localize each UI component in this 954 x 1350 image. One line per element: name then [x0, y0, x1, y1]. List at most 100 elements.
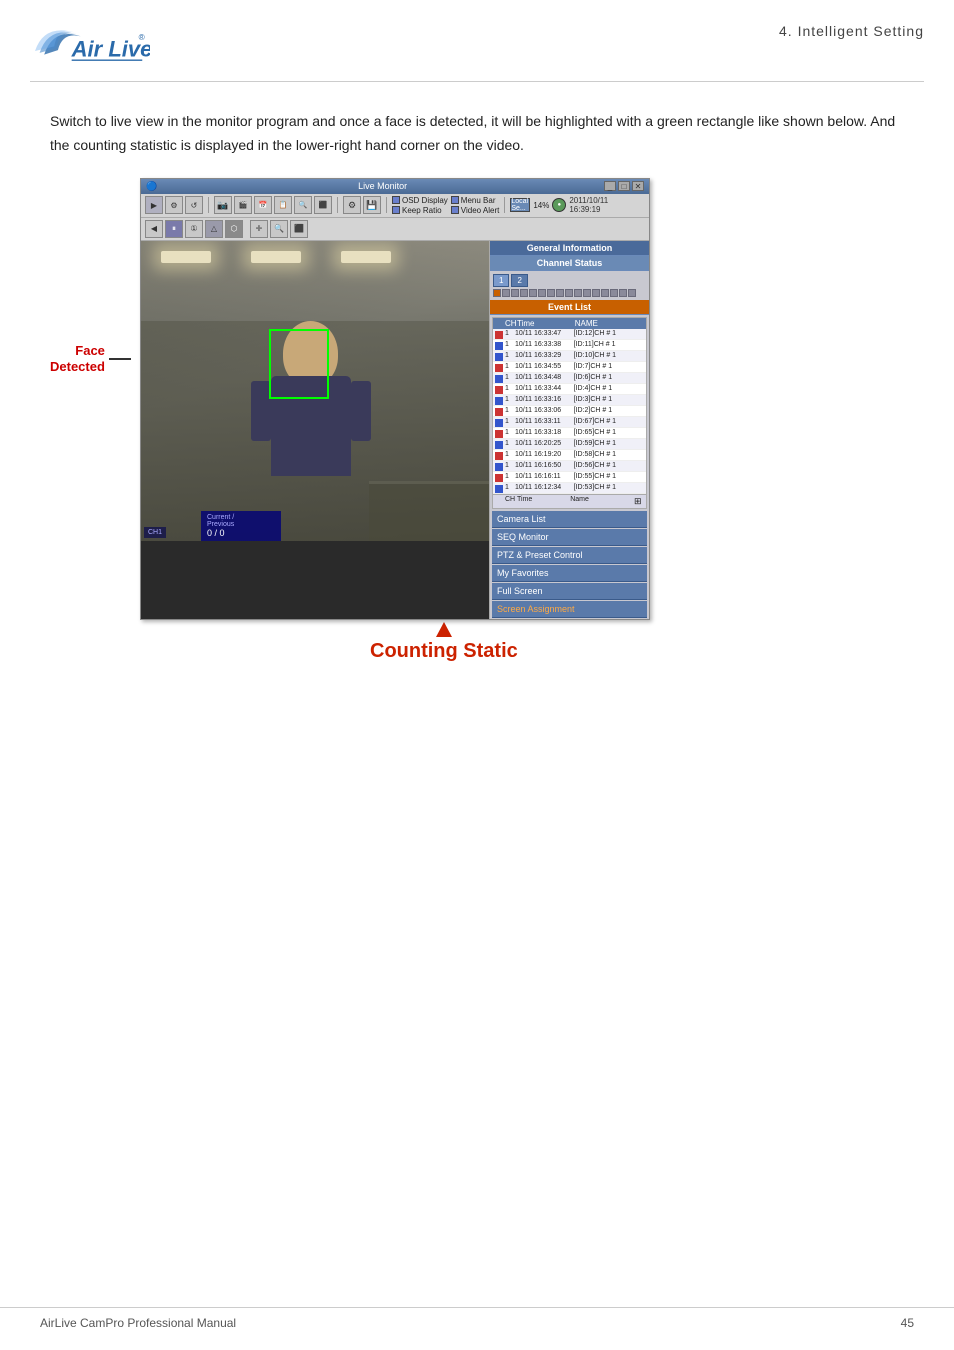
desk-element	[369, 481, 489, 541]
keepratio-checkbox[interactable]	[392, 206, 400, 214]
videoalert-check[interactable]: Video Alert	[451, 206, 500, 215]
toolbar-icon-cam2[interactable]: 🎬	[234, 196, 252, 214]
ch-cell-10[interactable]	[574, 289, 582, 297]
ch-cell-1[interactable]	[493, 289, 501, 297]
toolbar-icon-cam4[interactable]: 📋	[274, 196, 292, 214]
toolbar-sep-2	[337, 197, 338, 213]
toolbar-sep-1	[208, 197, 209, 213]
ev-name-14: [ID:55]CH # 1	[574, 472, 644, 482]
keepratio-check[interactable]: Keep Ratio	[392, 206, 448, 215]
datetime-display: 2011/10/11 16:39:19	[569, 196, 608, 214]
event-footer: CH Time Name ⊞	[493, 494, 646, 508]
ev-footer-btn[interactable]: ⊞	[634, 496, 644, 507]
toolbar-icon-cam6[interactable]: ⬛	[314, 196, 332, 214]
event-row-4[interactable]: 110/11 16:34:55[ID:7]CH # 1	[493, 362, 646, 373]
event-row-11[interactable]: 110/11 16:20:25[ID:59]CH # 1	[493, 439, 646, 450]
event-row-6[interactable]: 110/11 16:33:44[ID:4]CH # 1	[493, 384, 646, 395]
event-icon-1	[495, 331, 503, 339]
person-silhouette	[261, 321, 361, 541]
ch-cell-11[interactable]	[583, 289, 591, 297]
ptz-preset-item[interactable]: PTZ & Preset Control	[492, 547, 647, 564]
tb2-icon-8[interactable]: ⬛	[290, 220, 308, 238]
event-row-7[interactable]: 110/11 16:33:16[ID:3]CH # 1	[493, 395, 646, 406]
tb2-icon-7[interactable]: 🔍	[270, 220, 288, 238]
footer-right: 45	[901, 1316, 914, 1330]
tb2-icon-4[interactable]: △	[205, 220, 223, 238]
event-row-8[interactable]: 110/11 16:33:06[ID:2]CH # 1	[493, 406, 646, 417]
seq-monitor-item[interactable]: SEQ Monitor	[492, 529, 647, 546]
counter-overlay: Current / Previous 0 / 0	[201, 511, 281, 541]
my-favorites-item[interactable]: My Favorites	[492, 565, 647, 582]
toolbar-icon-extra2[interactable]: 💾	[363, 196, 381, 214]
ch-cell-4[interactable]	[520, 289, 528, 297]
ch-cell-9[interactable]	[565, 289, 573, 297]
ev-footer-time: Time	[517, 496, 570, 507]
ch-cell-7[interactable]	[547, 289, 555, 297]
toolbar-icon-cam5[interactable]: 🔍	[294, 196, 312, 214]
osd-checkbox[interactable]	[392, 196, 400, 204]
toolbar-icon-2[interactable]: ⚙	[165, 196, 183, 214]
toolbar-2: ◀ ⏸ ① △ ⬡ ✛ 🔍 ⬛	[141, 218, 649, 241]
minimize-btn[interactable]: _	[604, 181, 616, 191]
menubar-check[interactable]: Menu Bar	[451, 196, 500, 205]
monitor-section: 🔵 Live Monitor _ □ ✕ ▶ ⚙ ↺ 📷 🎬	[140, 178, 650, 663]
ev-ch-6: 1	[505, 384, 515, 394]
tb2-icon-3[interactable]: ①	[185, 220, 203, 238]
toolbar-icon-1[interactable]: ▶	[145, 196, 163, 214]
ch-cell-3[interactable]	[511, 289, 519, 297]
event-row-12[interactable]: 110/11 16:19:20[ID:58]CH # 1	[493, 450, 646, 461]
toolbar-icon-3[interactable]: ↺	[185, 196, 203, 214]
tb2-icon-2[interactable]: ⏸	[165, 220, 183, 238]
ev-ch-1: 1	[505, 329, 515, 339]
event-row-2[interactable]: 110/11 16:33:38[ID:11]CH # 1	[493, 340, 646, 351]
event-row-1[interactable]: 110/11 16:33:47[ID:12]CH # 1	[493, 329, 646, 340]
ch-cell-2[interactable]	[502, 289, 510, 297]
ch-cell-12[interactable]	[592, 289, 600, 297]
counter-values: 0 / 0	[207, 528, 275, 538]
tb2-icon-1[interactable]: ◀	[145, 220, 163, 238]
event-row-9[interactable]: 110/11 16:33:11[ID:67]CH # 1	[493, 417, 646, 428]
event-row-14[interactable]: 110/11 16:16:11[ID:55]CH # 1	[493, 472, 646, 483]
event-row-13[interactable]: 110/11 16:16:50[ID:56]CH # 1	[493, 461, 646, 472]
event-row-15[interactable]: 110/11 16:12:34[ID:53]CH # 1	[493, 483, 646, 494]
ch-cell-15[interactable]	[619, 289, 627, 297]
ev-footer-spacer	[495, 496, 505, 507]
ev-name-12: [ID:58]CH # 1	[574, 450, 644, 460]
tb2-icon-6[interactable]: ✛	[250, 220, 268, 238]
ev-name-4: [ID:7]CH # 1	[574, 362, 644, 372]
ev-footer-ch: CH	[505, 496, 517, 507]
ch-cell-8[interactable]	[556, 289, 564, 297]
camera-list-item[interactable]: Camera List	[492, 511, 647, 528]
tb2-icon-5[interactable]: ⬡	[225, 220, 243, 238]
event-row-3[interactable]: 110/11 16:33:29[ID:10]CH # 1	[493, 351, 646, 362]
event-col-name: NAME	[575, 319, 644, 328]
full-screen-item[interactable]: Full Screen	[492, 583, 647, 600]
page-footer: AirLive CamPro Professional Manual 45	[0, 1307, 954, 1330]
event-icon-4	[495, 364, 503, 372]
event-icon-9	[495, 419, 503, 427]
toolbar-icon-cam1[interactable]: 📷	[214, 196, 232, 214]
videoalert-checkbox[interactable]	[451, 206, 459, 214]
osd-check[interactable]: OSD Display	[392, 196, 448, 205]
ch-cell-5[interactable]	[529, 289, 537, 297]
close-btn[interactable]: ✕	[632, 181, 644, 191]
event-row-10[interactable]: 110/11 16:33:18[ID:65]CH # 1	[493, 428, 646, 439]
ch-cell-16[interactable]	[628, 289, 636, 297]
ev-ch-11: 1	[505, 439, 515, 449]
ch-cell-6[interactable]	[538, 289, 546, 297]
ev-name-9: [ID:67]CH # 1	[574, 417, 644, 427]
ev-time-4: 10/11 16:34:55	[515, 362, 574, 372]
maximize-btn[interactable]: □	[618, 181, 630, 191]
ch-tab-2[interactable]: 2	[511, 274, 527, 287]
ch-cell-13[interactable]	[601, 289, 609, 297]
event-row-5[interactable]: 110/11 16:34:48[ID:6]CH # 1	[493, 373, 646, 384]
menubar-checkbox[interactable]	[451, 196, 459, 204]
ch-cell-14[interactable]	[610, 289, 618, 297]
ev-time-5: 10/11 16:34:48	[515, 373, 574, 383]
toolbar-icon-cam3[interactable]: 📅	[254, 196, 272, 214]
ev-ch-15: 1	[505, 483, 515, 493]
room-light-3	[341, 251, 391, 263]
toolbar-icon-extra1[interactable]: ⚙	[343, 196, 361, 214]
screen-assignment-item[interactable]: Screen Assignment	[492, 601, 647, 618]
ch-tab-1[interactable]: 1	[493, 274, 509, 287]
